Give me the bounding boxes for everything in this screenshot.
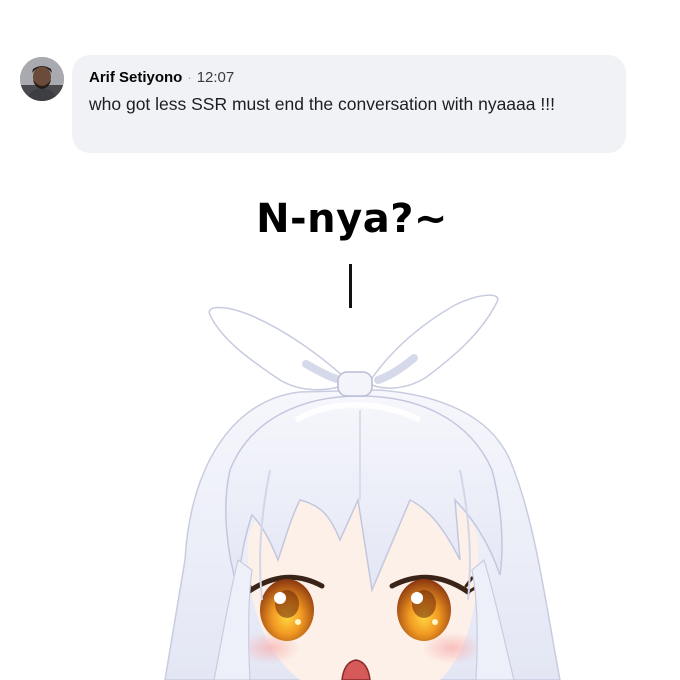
meme-canvas: Arif Setiyono · 12:07 who got less SSR mus… <box>0 0 680 680</box>
hair-bow-icon <box>208 294 499 397</box>
anime-girl-illustration <box>164 294 561 680</box>
